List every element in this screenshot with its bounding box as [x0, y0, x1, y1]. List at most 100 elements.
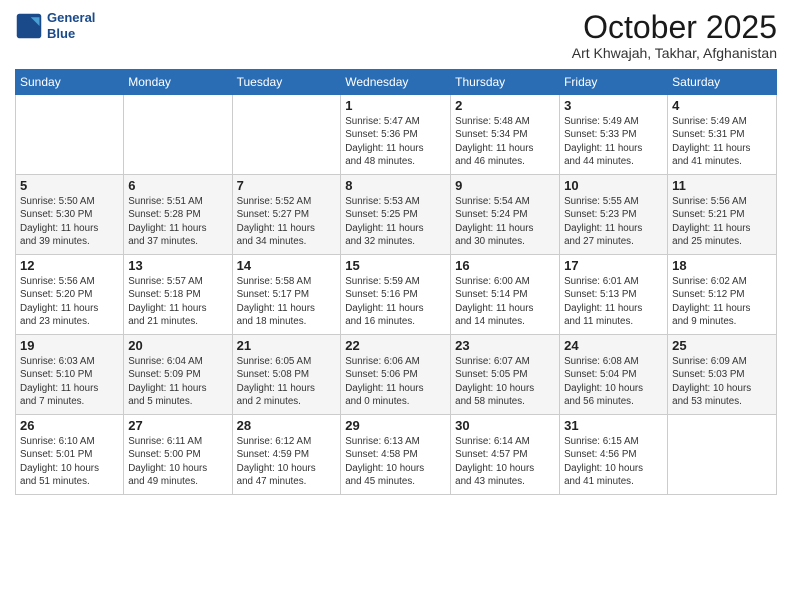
- calendar-cell: 27Sunrise: 6:11 AM Sunset: 5:00 PM Dayli…: [124, 415, 232, 495]
- day-info: Sunrise: 6:10 AM Sunset: 5:01 PM Dayligh…: [20, 435, 119, 488]
- calendar-week-row: 19 Sunrise: 6:03 AM Sunset: 5:10 PM Dayli…: [16, 335, 777, 415]
- day-number: 20: [128, 338, 227, 353]
- day-info: Sunrise: 6:04 AM Sunset: 5:09 PM Dayligh…: [128, 355, 227, 408]
- logo-icon: [15, 12, 43, 40]
- day-number: 7: [237, 178, 337, 193]
- day-number: 17: [564, 258, 663, 273]
- day-info: Sunrise: 5:48 AM Sunset: 5:34 PM Dayligh…: [455, 115, 555, 168]
- day-info: Sunrise: 6:06 AM Sunset: 5:06 PM Dayligh…: [345, 355, 446, 408]
- day-info: Sunrise: 5:55 AM Sunset: 5:23 PM Dayligh…: [564, 195, 663, 248]
- calendar-cell: 21 Sunrise: 6:05 AM Sunset: 5:08 PM Dayli…: [232, 335, 341, 415]
- calendar-cell: 13 Sunrise: 5:57 AM Sunset: 5:18 PM Dayli…: [124, 255, 232, 335]
- title-block: October 2025 Art Khwajah, Takhar, Afghan…: [572, 10, 777, 61]
- calendar-week-row: 1Sunrise: 5:47 AM Sunset: 5:36 PM Daylig…: [16, 95, 777, 175]
- calendar-cell: 30Sunrise: 6:14 AM Sunset: 4:57 PM Dayli…: [451, 415, 560, 495]
- weekday-header-monday: Monday: [124, 70, 232, 95]
- day-info: Sunrise: 6:05 AM Sunset: 5:08 PM Dayligh…: [237, 355, 337, 408]
- calendar-cell: 15 Sunrise: 5:59 AM Sunset: 5:16 PM Dayli…: [341, 255, 451, 335]
- day-info: Sunrise: 6:09 AM Sunset: 5:03 PM Dayligh…: [672, 355, 772, 408]
- day-number: 26: [20, 418, 119, 433]
- day-info: Sunrise: 5:51 AM Sunset: 5:28 PM Dayligh…: [128, 195, 227, 248]
- calendar-cell: 8 Sunrise: 5:53 AM Sunset: 5:25 PM Daylig…: [341, 175, 451, 255]
- weekday-header-sunday: Sunday: [16, 70, 124, 95]
- day-info: Sunrise: 6:13 AM Sunset: 4:58 PM Dayligh…: [345, 435, 446, 488]
- day-number: 24: [564, 338, 663, 353]
- day-info: Sunrise: 6:03 AM Sunset: 5:10 PM Dayligh…: [20, 355, 119, 408]
- day-info: Sunrise: 5:50 AM Sunset: 5:30 PM Dayligh…: [20, 195, 119, 248]
- calendar-cell: 28 Sunrise: 6:12 AM Sunset: 4:59 PM Dayli…: [232, 415, 341, 495]
- calendar-cell: 24 Sunrise: 6:08 AM Sunset: 5:04 PM Dayli…: [560, 335, 668, 415]
- day-info: Sunrise: 5:54 AM Sunset: 5:24 PM Dayligh…: [455, 195, 555, 248]
- day-number: 11: [672, 178, 772, 193]
- day-number: 2: [455, 98, 555, 113]
- logo: General Blue: [15, 10, 95, 41]
- day-info: Sunrise: 5:57 AM Sunset: 5:18 PM Dayligh…: [128, 275, 227, 328]
- day-number: 13: [128, 258, 227, 273]
- weekday-header-wednesday: Wednesday: [341, 70, 451, 95]
- day-number: 21: [237, 338, 337, 353]
- day-info: Sunrise: 6:15 AM Sunset: 4:56 PM Dayligh…: [564, 435, 663, 488]
- day-number: 9: [455, 178, 555, 193]
- day-info: Sunrise: 6:12 AM Sunset: 4:59 PM Dayligh…: [237, 435, 337, 488]
- day-number: 31: [564, 418, 663, 433]
- calendar-cell: [16, 95, 124, 175]
- calendar-cell: 2 Sunrise: 5:48 AM Sunset: 5:34 PM Daylig…: [451, 95, 560, 175]
- calendar-cell: 22 Sunrise: 6:06 AM Sunset: 5:06 PM Dayli…: [341, 335, 451, 415]
- calendar-week-row: 5 Sunrise: 5:50 AM Sunset: 5:30 PM Daylig…: [16, 175, 777, 255]
- calendar-cell: 29Sunrise: 6:13 AM Sunset: 4:58 PM Dayli…: [341, 415, 451, 495]
- day-number: 3: [564, 98, 663, 113]
- calendar-cell: 31 Sunrise: 6:15 AM Sunset: 4:56 PM Dayli…: [560, 415, 668, 495]
- calendar-cell: 26 Sunrise: 6:10 AM Sunset: 5:01 PM Dayli…: [16, 415, 124, 495]
- day-info: Sunrise: 5:59 AM Sunset: 5:16 PM Dayligh…: [345, 275, 446, 328]
- calendar-header-row: SundayMondayTuesdayWednesdayThursdayFrid…: [16, 70, 777, 95]
- day-number: 18: [672, 258, 772, 273]
- day-number: 4: [672, 98, 772, 113]
- calendar-cell: 9 Sunrise: 5:54 AM Sunset: 5:24 PM Daylig…: [451, 175, 560, 255]
- day-number: 5: [20, 178, 119, 193]
- day-info: Sunrise: 5:49 AM Sunset: 5:31 PM Dayligh…: [672, 115, 772, 168]
- day-number: 19: [20, 338, 119, 353]
- day-number: 1: [345, 98, 446, 113]
- calendar-cell: 18Sunrise: 6:02 AM Sunset: 5:12 PM Dayli…: [668, 255, 777, 335]
- calendar-title: October 2025: [572, 10, 777, 45]
- calendar-cell: 10Sunrise: 5:55 AM Sunset: 5:23 PM Dayli…: [560, 175, 668, 255]
- day-info: Sunrise: 6:07 AM Sunset: 5:05 PM Dayligh…: [455, 355, 555, 408]
- calendar-cell: 6 Sunrise: 5:51 AM Sunset: 5:28 PM Daylig…: [124, 175, 232, 255]
- calendar-cell: 12Sunrise: 5:56 AM Sunset: 5:20 PM Dayli…: [16, 255, 124, 335]
- calendar-cell: 7 Sunrise: 5:52 AM Sunset: 5:27 PM Daylig…: [232, 175, 341, 255]
- calendar-cell: 16Sunrise: 6:00 AM Sunset: 5:14 PM Dayli…: [451, 255, 560, 335]
- day-info: Sunrise: 6:01 AM Sunset: 5:13 PM Dayligh…: [564, 275, 663, 328]
- calendar-location: Art Khwajah, Takhar, Afghanistan: [572, 45, 777, 61]
- calendar-cell: 25 Sunrise: 6:09 AM Sunset: 5:03 PM Dayli…: [668, 335, 777, 415]
- calendar-cell: 3Sunrise: 5:49 AM Sunset: 5:33 PM Daylig…: [560, 95, 668, 175]
- calendar-week-row: 26 Sunrise: 6:10 AM Sunset: 5:01 PM Dayli…: [16, 415, 777, 495]
- calendar-cell: [124, 95, 232, 175]
- calendar-cell: 17 Sunrise: 6:01 AM Sunset: 5:13 PM Dayli…: [560, 255, 668, 335]
- day-number: 28: [237, 418, 337, 433]
- day-info: Sunrise: 6:14 AM Sunset: 4:57 PM Dayligh…: [455, 435, 555, 488]
- day-number: 6: [128, 178, 227, 193]
- calendar-cell: 20 Sunrise: 6:04 AM Sunset: 5:09 PM Dayli…: [124, 335, 232, 415]
- day-info: Sunrise: 5:56 AM Sunset: 5:21 PM Dayligh…: [672, 195, 772, 248]
- day-number: 14: [237, 258, 337, 273]
- day-info: Sunrise: 5:52 AM Sunset: 5:27 PM Dayligh…: [237, 195, 337, 248]
- day-info: Sunrise: 6:00 AM Sunset: 5:14 PM Dayligh…: [455, 275, 555, 328]
- calendar-cell: 11 Sunrise: 5:56 AM Sunset: 5:21 PM Dayli…: [668, 175, 777, 255]
- weekday-header-tuesday: Tuesday: [232, 70, 341, 95]
- day-number: 8: [345, 178, 446, 193]
- calendar-cell: 23Sunrise: 6:07 AM Sunset: 5:05 PM Dayli…: [451, 335, 560, 415]
- day-number: 27: [128, 418, 227, 433]
- day-info: Sunrise: 6:08 AM Sunset: 5:04 PM Dayligh…: [564, 355, 663, 408]
- day-number: 15: [345, 258, 446, 273]
- weekday-header-saturday: Saturday: [668, 70, 777, 95]
- day-info: Sunrise: 5:58 AM Sunset: 5:17 PM Dayligh…: [237, 275, 337, 328]
- calendar-cell: 5 Sunrise: 5:50 AM Sunset: 5:30 PM Daylig…: [16, 175, 124, 255]
- calendar-cell: 1Sunrise: 5:47 AM Sunset: 5:36 PM Daylig…: [341, 95, 451, 175]
- weekday-header-friday: Friday: [560, 70, 668, 95]
- calendar-cell: [668, 415, 777, 495]
- day-number: 12: [20, 258, 119, 273]
- calendar-cell: [232, 95, 341, 175]
- day-number: 22: [345, 338, 446, 353]
- day-info: Sunrise: 5:53 AM Sunset: 5:25 PM Dayligh…: [345, 195, 446, 248]
- day-number: 25: [672, 338, 772, 353]
